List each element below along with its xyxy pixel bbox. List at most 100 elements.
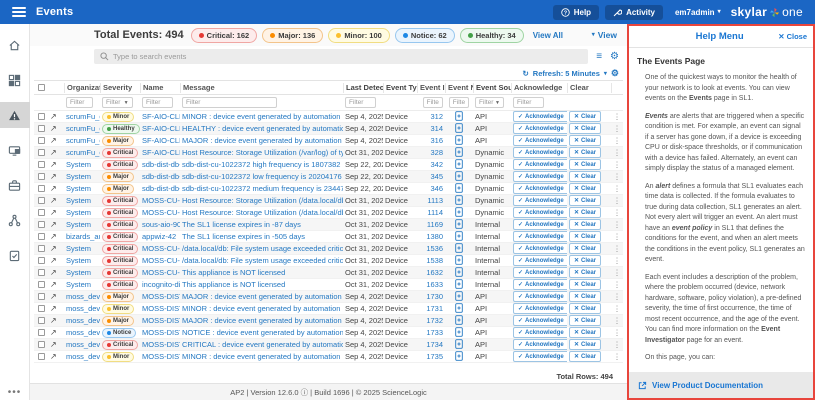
table-row[interactable]: ↗ System Critical incognito-dist This ap… [34, 278, 623, 291]
clear-button[interactable]: ✕ Clear [569, 327, 602, 338]
table-row[interactable]: ↗ moss_device_a Major MOSS-DIST-3- MAJOR… [34, 290, 623, 303]
summary-badge-healthy[interactable]: Healthy: 34 [459, 27, 524, 43]
acknowledge-button[interactable]: ✓ Acknowledge [513, 303, 567, 314]
table-row[interactable]: ↗ System Critical sous-aio-90 The SL1 li… [34, 218, 623, 231]
column-header-event-source[interactable]: Event Source [473, 82, 511, 93]
expand-row-icon[interactable]: ↗ [48, 220, 64, 229]
clear-button[interactable]: ✕ Clear [569, 159, 602, 170]
table-row[interactable]: ↗ System Critical MOSS-CU-3-6 This appli… [34, 266, 623, 279]
clear-button[interactable]: ✕ Clear [569, 135, 602, 146]
sidebar-item-dashboards[interactable] [0, 67, 30, 93]
column-header-clear[interactable]: Clear [567, 82, 611, 93]
clear-button[interactable]: ✕ Clear [569, 279, 602, 290]
event-note-cell[interactable] [445, 218, 473, 231]
row-menu-kebab-icon[interactable]: ⋮ [611, 196, 623, 205]
event-note-cell[interactable] [445, 290, 473, 303]
event-id-link[interactable]: 328 [417, 148, 445, 157]
row-menu-kebab-icon[interactable]: ⋮ [611, 232, 623, 241]
row-menu-kebab-icon[interactable]: ⋮ [611, 136, 623, 145]
table-row[interactable]: ↗ System Major sdb-dist-db-10 sdb-dist-c… [34, 170, 623, 183]
event-id-link[interactable]: 1380 [417, 232, 445, 241]
event-message-link[interactable]: NOTICE : device event generated by autom… [180, 328, 343, 337]
row-menu-kebab-icon[interactable]: ⋮ [611, 148, 623, 157]
event-message-link[interactable]: sdb-dist-cu-1022372 medium frequency is … [180, 184, 343, 193]
event-id-link[interactable]: 1734 [417, 340, 445, 349]
event-message-link[interactable]: The SL1 license expires in -505 days [180, 232, 343, 241]
event-message-link[interactable]: Host Resource: Storage Utilization (/dat… [180, 208, 343, 217]
event-note-cell[interactable] [445, 278, 473, 291]
device-name-link[interactable]: MOSS-DIST-3- [140, 316, 180, 325]
event-message-link[interactable]: Host Resource: Storage Utilization (/var… [180, 148, 343, 157]
row-menu-kebab-icon[interactable]: ⋮ [611, 208, 623, 217]
acknowledge-button[interactable]: ✓ Acknowledge [513, 135, 567, 146]
row-menu-kebab-icon[interactable]: ⋮ [611, 172, 623, 181]
event-message-link[interactable]: /data.local/db: File system usage exceed… [180, 256, 343, 265]
row-checkbox[interactable] [37, 137, 45, 144]
sidebar-item-automations[interactable] [0, 242, 30, 268]
acknowledge-button[interactable]: ✓ Acknowledge [513, 315, 567, 326]
clear-button[interactable]: ✕ Clear [569, 207, 602, 218]
device-name-link[interactable]: SF-AIO-CLEON [140, 148, 180, 157]
clear-button[interactable]: ✕ Clear [569, 351, 602, 362]
expand-row-icon[interactable]: ↗ [48, 136, 64, 145]
row-checkbox[interactable] [37, 305, 45, 312]
device-name-link[interactable]: incognito-dist [140, 280, 180, 289]
clear-button[interactable]: ✕ Clear [569, 267, 602, 278]
expand-row-icon[interactable]: ↗ [48, 340, 64, 349]
acknowledge-button[interactable]: ✓ Acknowledge [513, 195, 567, 206]
event-note-cell[interactable] [445, 134, 473, 147]
event-id-link[interactable]: 1731 [417, 304, 445, 313]
sidebar-item-maps[interactable] [0, 207, 30, 233]
device-name-link[interactable]: MOSS-DIST-3- [140, 328, 180, 337]
device-name-link[interactable]: sdb-dist-db-10 [140, 184, 180, 193]
table-row[interactable]: ↗ moss_device_a Critical MOSS-DIST-3- CR… [34, 338, 623, 351]
event-id-link[interactable]: 1730 [417, 292, 445, 301]
user-menu[interactable]: em7admin ▾ [675, 8, 721, 17]
hamburger-menu-icon[interactable] [12, 7, 26, 17]
organization-link[interactable]: System [64, 160, 100, 169]
event-message-link[interactable]: MINOR : device event generated by automa… [180, 112, 343, 121]
acknowledge-button[interactable]: ✓ Acknowledge [513, 207, 567, 218]
event-note-cell[interactable] [445, 158, 473, 171]
event-id-link[interactable]: 1735 [417, 352, 445, 361]
clear-button[interactable]: ✕ Clear [569, 171, 602, 182]
row-checkbox[interactable] [37, 341, 45, 348]
acknowledge-button[interactable]: ✓ Acknowledge [513, 159, 567, 170]
event-id-link[interactable]: 312 [417, 112, 445, 121]
expand-row-icon[interactable]: ↗ [48, 196, 64, 205]
device-name-link[interactable]: MOSS-DIST-3- [140, 292, 180, 301]
sidebar-more-icon[interactable]: ••• [8, 387, 22, 398]
event-note-cell[interactable] [445, 338, 473, 351]
organization-link[interactable]: scrumFu_devic [64, 112, 100, 121]
filter-name-input[interactable] [142, 97, 173, 108]
event-id-link[interactable]: 342 [417, 160, 445, 169]
sidebar-item-business-services[interactable] [0, 172, 30, 198]
event-id-link[interactable]: 316 [417, 136, 445, 145]
acknowledge-button[interactable]: ✓ Acknowledge [513, 255, 567, 266]
expand-row-icon[interactable]: ↗ [48, 268, 64, 277]
activity-button[interactable]: Activity [605, 4, 663, 20]
column-header-organization[interactable]: Organization [64, 82, 100, 93]
clear-button[interactable]: ✕ Clear [569, 303, 602, 314]
acknowledge-button[interactable]: ✓ Acknowledge [513, 351, 567, 362]
expand-row-icon[interactable]: ↗ [48, 160, 64, 169]
organization-link[interactable]: moss_device_a [64, 316, 100, 325]
refresh-icon[interactable]: ↻ [523, 69, 529, 78]
organization-link[interactable]: scrumFu_devic [64, 148, 100, 157]
help-button[interactable]: ? Help [552, 4, 600, 20]
expand-row-icon[interactable]: ↗ [48, 208, 64, 217]
refresh-interval[interactable]: Refresh: 5 Minutes [533, 69, 600, 78]
table-row[interactable]: ↗ scrumFu_devic Healthy SF-AIO-CLEON HEA… [34, 122, 623, 135]
organization-link[interactable]: System [64, 220, 100, 229]
acknowledge-button[interactable]: ✓ Acknowledge [513, 267, 567, 278]
device-name-link[interactable]: SF-AIO-CLEON [140, 124, 180, 133]
organization-link[interactable]: moss_device_a [64, 340, 100, 349]
device-name-link[interactable]: sdb-dist-db-10 [140, 172, 180, 181]
event-message-link[interactable]: HEALTHY : device event generated by auto… [180, 124, 343, 133]
organization-link[interactable]: System [64, 208, 100, 217]
clear-button[interactable]: ✕ Clear [569, 123, 602, 134]
event-note-cell[interactable] [445, 110, 473, 123]
device-name-link[interactable]: MOSS-CU-3-6 [140, 208, 180, 217]
filter-severity-select[interactable]: Filter ▼ [102, 97, 133, 108]
event-id-link[interactable]: 1633 [417, 280, 445, 289]
